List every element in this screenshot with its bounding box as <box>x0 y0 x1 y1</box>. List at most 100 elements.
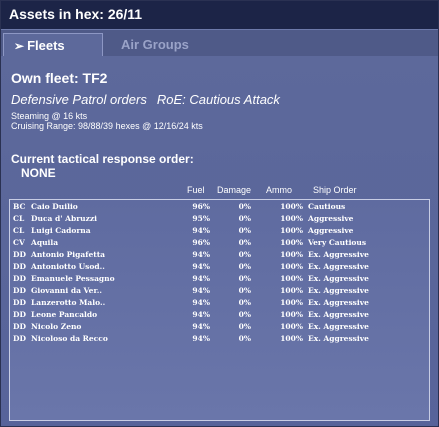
ship-row[interactable]: DD Antoniotto Usod.. 94% 0% 100% Ex. Aggressi… <box>10 261 429 273</box>
ship-type: DD <box>13 286 27 295</box>
ship-order: Ex. Aggressive <box>308 286 369 295</box>
ship-fuel: 94% <box>192 334 210 343</box>
ship-row[interactable]: BC Caio Duilio 96% 0% 100% Cautious <box>10 201 429 213</box>
ship-fuel: 94% <box>192 322 210 331</box>
column-header-damage: Damage <box>217 185 252 195</box>
tab-air-groups-label: Air Groups <box>121 37 189 52</box>
ship-type: BC <box>13 202 26 211</box>
ship-row[interactable]: DD Lanzerotto Malo.. 94% 0% 100% Ex. Aggressi… <box>10 297 429 309</box>
ship-ammo: 100% <box>280 310 303 319</box>
ship-name: Antoniotto Usod.. <box>31 262 105 271</box>
ship-damage: 0% <box>238 214 251 223</box>
ship-fuel: 94% <box>192 286 210 295</box>
ship-damage: 0% <box>238 202 251 211</box>
ship-name: Giovanni da Ver.. <box>31 286 102 295</box>
ship-order: Ex. Aggressive <box>308 298 369 307</box>
tab-fleets[interactable]: ➢ Fleets <box>3 33 103 57</box>
ship-order: Ex. Aggressive <box>308 334 369 343</box>
ship-damage: 0% <box>238 238 251 247</box>
ship-type: DD <box>13 322 27 331</box>
ship-order: Ex. Aggressive <box>308 322 369 331</box>
ship-row[interactable]: DD Nicoloso da Recco 94% 0% 100% Ex. Aggressi… <box>10 333 429 345</box>
ship-order: Aggressive <box>308 214 354 223</box>
ship-order: Ex. Aggressive <box>308 310 369 319</box>
ship-fuel: 94% <box>192 310 210 319</box>
ship-ammo: 100% <box>280 250 303 259</box>
fleet-steaming: Steaming @ 16 kts <box>11 111 88 121</box>
ship-row[interactable]: CL Luigi Cadorna 94% 0% 100% Aggressive <box>10 225 429 237</box>
ship-fuel: 94% <box>192 274 210 283</box>
ship-name: Aquila <box>31 238 59 247</box>
fleet-roe: RoE: Cautious Attack <box>156 92 280 107</box>
ship-name: Nicoloso da Recco <box>31 334 108 343</box>
ship-ammo: 100% <box>280 334 303 343</box>
ship-row[interactable]: DD Nicolo Zeno 94% 0% 100% Ex. Aggressive <box>10 321 429 333</box>
ship-ammo: 100% <box>280 238 303 247</box>
ship-fuel: 94% <box>192 262 210 271</box>
ship-type: DD <box>13 262 27 271</box>
column-header-fuel: Fuel <box>187 185 205 195</box>
ship-ammo: 100% <box>280 322 303 331</box>
fleets-panel: Own fleet: TF2 Defensive Patrol orders Ro… <box>1 56 438 426</box>
ship-damage: 0% <box>238 262 251 271</box>
ship-name: Emanuele Pessagno <box>31 274 115 283</box>
ship-fuel: 95% <box>192 214 210 223</box>
ship-damage: 0% <box>238 310 251 319</box>
ship-row[interactable]: DD Antonio Pigafetta 94% 0% 100% Ex. Aggressi… <box>10 249 429 261</box>
ship-type: DD <box>13 250 27 259</box>
column-header-ammo: Ammo <box>266 185 293 195</box>
ship-ammo: 100% <box>280 274 303 283</box>
ship-damage: 0% <box>238 322 251 331</box>
ship-ammo: 100% <box>280 286 303 295</box>
column-header-ship-order: Ship Order <box>313 185 357 195</box>
ship-damage: 0% <box>238 334 251 343</box>
ship-row[interactable]: DD Giovanni da Ver.. 94% 0% 100% Ex. Aggressi… <box>10 285 429 297</box>
tab-air-groups[interactable]: Air Groups <box>111 33 231 57</box>
ship-row[interactable]: DD Emanuele Pessagno 94% 0% 100% Ex. Aggressi… <box>10 273 429 285</box>
ship-ammo: 100% <box>280 262 303 271</box>
tab-bar: ➢ Fleets Air Groups <box>1 29 438 57</box>
tab-fleets-label: Fleets <box>27 38 65 53</box>
ship-damage: 0% <box>238 250 251 259</box>
ship-fuel: 94% <box>192 298 210 307</box>
ship-name: Antonio Pigafetta <box>31 250 106 259</box>
ship-fuel: 96% <box>192 202 210 211</box>
ship-row[interactable]: CL Duca d' Abruzzi 95% 0% 100% Aggressive <box>10 213 429 225</box>
ship-name: Leone Pancaldo <box>31 310 98 319</box>
ship-type: DD <box>13 298 27 307</box>
ship-row[interactable]: DD Leone Pancaldo 94% 0% 100% Ex. Aggressive <box>10 309 429 321</box>
ship-ammo: 100% <box>280 298 303 307</box>
ship-ammo: 100% <box>280 226 303 235</box>
ship-type: DD <box>13 334 27 343</box>
ship-type: CL <box>13 214 25 223</box>
ship-fuel: 94% <box>192 226 210 235</box>
fleet-name: Own fleet: TF2 <box>11 70 108 86</box>
ship-order: Very Cautious <box>308 238 367 247</box>
ship-damage: 0% <box>238 286 251 295</box>
ship-ammo: 100% <box>280 202 303 211</box>
fleet-orders: Defensive Patrol orders <box>11 92 147 107</box>
ship-row[interactable]: CV Aquila 96% 0% 100% Very Cautious <box>10 237 429 249</box>
ship-name: Duca d' Abruzzi <box>31 214 97 223</box>
ship-list[interactable]: BC Caio Duilio 96% 0% 100% Cautious CL Duca d' … <box>9 199 430 421</box>
tactical-order-value[interactable]: NONE <box>21 166 56 180</box>
ship-order: Ex. Aggressive <box>308 274 369 283</box>
ship-type: CV <box>13 238 25 247</box>
ship-order: Cautious <box>308 202 346 211</box>
ship-order: Ex. Aggressive <box>308 262 369 271</box>
ship-name: Luigi Cadorna <box>31 226 91 235</box>
ship-name: Caio Duilio <box>31 202 78 211</box>
ship-type: DD <box>13 310 27 319</box>
ship-type: DD <box>13 274 27 283</box>
ship-fuel: 96% <box>192 238 210 247</box>
tactical-order-label: Current tactical response order: <box>11 152 194 166</box>
ship-damage: 0% <box>238 226 251 235</box>
fleet-cruising-range: Cruising Range: 98/88/39 hexes @ 12/16/2… <box>11 121 203 131</box>
assets-window: Assets in hex: 26/11 ➢ Fleets Air Groups … <box>0 0 439 427</box>
window-title: Assets in hex: 26/11 <box>1 1 438 29</box>
ship-name: Nicolo Zeno <box>31 322 82 331</box>
right-arrow-icon: ➢ <box>14 39 25 53</box>
ship-order: Aggressive <box>308 226 354 235</box>
ship-damage: 0% <box>238 298 251 307</box>
ship-ammo: 100% <box>280 214 303 223</box>
